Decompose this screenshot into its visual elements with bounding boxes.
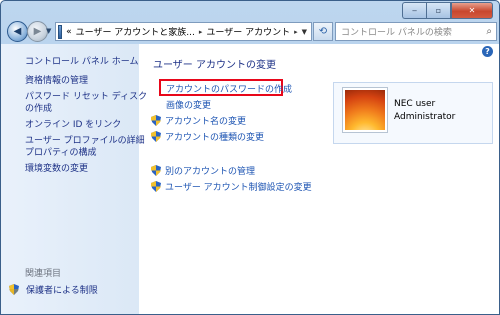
shield-icon [151,165,161,176]
shield-icon [9,284,19,295]
sidebar-item-environment-variables[interactable]: 環境変数の変更 [25,163,88,175]
avatar[interactable] [342,87,388,133]
uac-settings-link[interactable]: ユーザー アカウント制御設定の変更 [151,180,312,193]
sidebar-item-manage-credentials[interactable]: 資格情報の管理 [25,75,88,87]
refresh-button[interactable]: ⟲ [313,22,333,41]
breadcrumb-user-accounts-family[interactable]: ユーザー アカウントと家族... [76,25,195,38]
search-icon[interactable]: ⌕ [486,26,492,37]
parental-controls-label: 保護者による制限 [26,286,98,296]
change-account-type-label: アカウントの種類の変更 [165,133,265,143]
sidebar-item-password-reset-disk-line2[interactable]: の作成 [25,103,52,115]
search-box[interactable]: コントロール パネルの検索 ⌕ [335,22,497,41]
address-bar[interactable]: « ユーザー アカウントと家族... ▸ ユーザー アカウント ▸ ▼ [55,22,312,41]
forward-button[interactable]: ▶ [27,21,48,42]
change-account-name-link[interactable]: アカウント名の変更 [151,114,246,127]
recent-pages-dropdown[interactable]: ▼ [46,27,51,35]
create-password-link[interactable]: アカウントのパスワードの作成 [166,82,292,95]
sidebar-item-user-profile-properties[interactable]: ユーザー プロファイルの詳細 [25,135,145,147]
sidebar-item-link-online-id[interactable]: オンライン ID をリンク [25,119,121,131]
shield-icon [151,115,161,126]
search-input[interactable]: コントロール パネルの検索 [341,25,452,38]
user-role: Administrator [394,112,456,122]
manage-another-account-label: 別のアカウントの管理 [165,167,256,177]
sidebar-item-parental-controls[interactable]: 保護者による制限 [9,283,98,296]
refresh-icon: ⟲ [318,26,328,37]
uac-settings-label: ユーザー アカウント制御設定の変更 [165,183,312,193]
control-panel-window: ‒ ▫ ✕ ◀ ▶ ▼ « ユーザー アカウントと家族... ▸ ユーザー アカ… [0,0,500,315]
manage-another-account-link[interactable]: 別のアカウントの管理 [151,164,255,177]
related-title: 関連項目 [25,269,62,279]
change-picture-link[interactable]: 画像の変更 [166,98,211,111]
window-controls: ‒ ▫ ✕ [402,2,493,19]
control-panel-icon [58,24,63,39]
content-area: コントロール パネル ホーム 資格情報の管理 パスワード リセット ディスク の… [1,44,499,314]
page-title: ユーザー アカウントの変更 [153,60,276,71]
address-prefix[interactable]: « [66,27,72,37]
shield-icon [151,131,161,142]
user-picture [345,90,385,130]
sidebar-control-panel-home[interactable]: コントロール パネル ホーム [25,54,138,67]
back-button[interactable]: ◀ [7,21,28,42]
title-bar: ‒ ▫ ✕ [1,1,499,21]
minimize-button[interactable]: ‒ [402,2,426,19]
breadcrumb-user-accounts[interactable]: ユーザー アカウント [206,25,290,38]
sidebar: コントロール パネル ホーム 資格情報の管理 パスワード リセット ディスク の… [1,44,147,314]
maximize-button[interactable]: ▫ [426,2,451,19]
navigation-bar: ◀ ▶ ▼ « ユーザー アカウントと家族... ▸ ユーザー アカウント ▸ … [1,19,499,43]
change-account-type-link[interactable]: アカウントの種類の変更 [151,130,264,143]
sidebar-item-user-profile-properties-line2[interactable]: プロパティの構成 [25,147,96,159]
address-dropdown-icon[interactable]: ▼ [302,28,307,36]
user-account-card: NEC user Administrator [333,82,493,144]
breadcrumb-chevron-icon[interactable]: ▸ [294,28,298,36]
user-name: NEC user [394,99,436,109]
shield-icon [151,181,161,192]
breadcrumb-chevron-icon[interactable]: ▸ [199,28,203,36]
main-panel: ? ユーザー アカウントの変更 アカウントのパスワードの作成 画像の変更 アカウ… [139,44,499,314]
sidebar-item-password-reset-disk[interactable]: パスワード リセット ディスク [25,91,147,103]
close-button[interactable]: ✕ [451,2,493,19]
help-icon[interactable]: ? [482,46,493,57]
change-account-name-label: アカウント名の変更 [165,117,247,127]
